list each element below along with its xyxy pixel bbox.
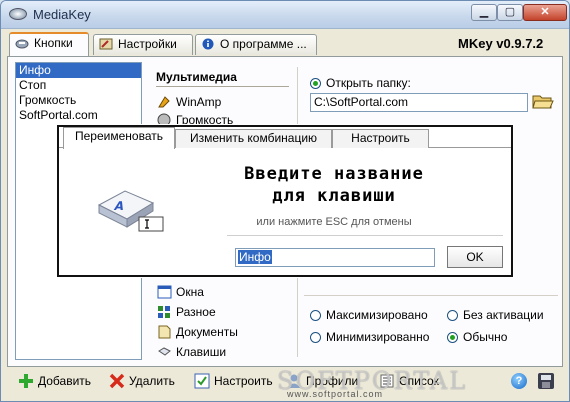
rename-dialog: Переименовать Изменить комбинацию Настро… (57, 125, 513, 277)
dialog-title: Введите название для клавиши (169, 163, 499, 207)
ok-button[interactable]: OK (447, 246, 503, 268)
dialog-title-line2: для клавиши (272, 186, 396, 206)
command-documents[interactable]: Документы (156, 323, 238, 341)
tab-rename[interactable]: Переименовать (63, 127, 175, 149)
command-windows[interactable]: Окна (156, 283, 204, 301)
divider (156, 86, 289, 87)
plus-icon (19, 374, 33, 388)
divider (304, 295, 558, 296)
open-folder-radio[interactable] (310, 78, 321, 89)
misc-icon (158, 306, 170, 318)
tab-buttons-label: Кнопки (34, 36, 73, 50)
keyboard-icon (15, 39, 29, 49)
maximize-button[interactable]: ▢ (497, 4, 523, 21)
command-label: WinAmp (176, 95, 222, 109)
command-label: Клавиши (176, 345, 227, 359)
help-icon[interactable]: ? (511, 373, 527, 389)
keys-icon (158, 347, 171, 356)
watermark-url: www.softportal.com (287, 389, 384, 399)
tab-about[interactable]: О программе ... (195, 34, 317, 55)
info-icon (202, 38, 214, 50)
normal-radio[interactable] (447, 332, 458, 343)
maximized-label: Максимизировано (326, 308, 428, 322)
command-winamp[interactable]: WinAmp (156, 93, 221, 111)
delete-button[interactable]: Удалить (109, 372, 175, 390)
close-button[interactable]: ✕ (523, 4, 567, 21)
documents-icon (158, 325, 171, 339)
folder-open-icon[interactable] (532, 93, 554, 110)
folder-path-field[interactable]: C:\SoftPortal.com (310, 93, 528, 112)
add-button[interactable]: Добавить (18, 372, 91, 390)
mediakey-window: MediaKey ▁ ▢ ✕ Кнопки Настройки О програ… (0, 0, 570, 402)
command-group-header: Мультимедиа (156, 70, 237, 84)
key-name-input[interactable]: Инфо (235, 248, 435, 267)
list-item[interactable]: Стоп (16, 78, 141, 93)
configure-button[interactable]: Настроить (194, 372, 273, 390)
add-label: Добавить (38, 374, 92, 388)
delete-label: Удалить (129, 374, 175, 388)
winamp-icon (158, 96, 170, 108)
version-label: MKey v0.9.7.2 (458, 36, 544, 51)
command-label: Разное (176, 305, 216, 319)
app-icon (9, 8, 27, 20)
command-label: Документы (176, 325, 238, 339)
list-item[interactable]: Громкость (16, 93, 141, 108)
maximized-radio[interactable] (310, 310, 321, 321)
delete-icon (109, 373, 125, 389)
settings-icon (99, 38, 113, 50)
keyboard-key-icon: A (97, 190, 164, 232)
command-label: Окна (176, 285, 204, 299)
open-folder-label: Открыть папку: (326, 76, 411, 90)
tab-settings-label: Настройки (118, 37, 177, 51)
list-item[interactable]: Инфо (16, 63, 141, 78)
maximize-icon: ▢ (504, 6, 516, 18)
key-name-value: Инфо (238, 250, 272, 264)
divider (227, 235, 503, 236)
minimize-button[interactable]: ▁ (471, 4, 497, 21)
tab-settings[interactable]: Настройки (93, 34, 193, 55)
save-icon[interactable] (538, 373, 554, 389)
close-icon: ✕ (540, 6, 550, 18)
windows-icon (157, 285, 172, 299)
window-title: MediaKey (33, 7, 91, 22)
tab-change-combination[interactable]: Изменить комбинацию (175, 129, 332, 148)
title-bar[interactable]: MediaKey ▁ ▢ ✕ (1, 1, 569, 29)
dialog-hint: или нажмите ESC для отмены (256, 216, 412, 228)
no-activate-label: Без активации (463, 308, 544, 322)
configure-label: Настроить (214, 374, 273, 388)
list-item[interactable]: SoftPortal.com (16, 108, 141, 123)
command-keys[interactable]: Клавиши (156, 343, 226, 361)
tab-buttons[interactable]: Кнопки (9, 32, 89, 56)
minimized-label: Минимизированно (326, 330, 430, 344)
normal-label: Обычно (463, 330, 508, 344)
no-activate-radio[interactable] (447, 310, 458, 321)
minimize-icon: ▁ (479, 6, 489, 18)
command-misc[interactable]: Разное (156, 303, 216, 321)
checklist-icon (194, 373, 210, 389)
minimized-radio[interactable] (310, 332, 321, 343)
tab-configure[interactable]: Настроить (332, 129, 429, 148)
dialog-tabs: Переименовать Изменить комбинацию Настро… (59, 127, 511, 149)
dialog-title-line1: Введите название (244, 164, 424, 184)
tab-about-label: О программе ... (220, 37, 307, 51)
